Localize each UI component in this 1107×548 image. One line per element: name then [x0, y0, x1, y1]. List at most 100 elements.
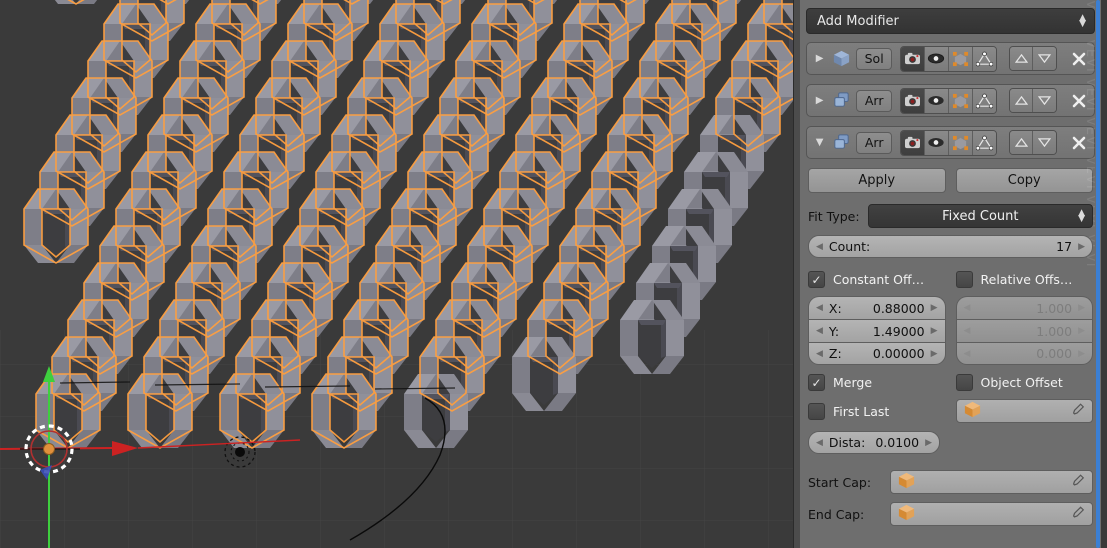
collapse-triangle-icon[interactable]: ▼ [812, 137, 827, 148]
start-cap-field[interactable] [890, 470, 1093, 494]
viewport-toggle-button[interactable] [924, 46, 949, 71]
copy-button[interactable]: Copy [955, 168, 1093, 193]
eyedropper-icon[interactable] [1071, 474, 1085, 491]
decrement-arrow-icon[interactable]: ◀ [816, 349, 823, 359]
delete-modifier-button[interactable] [1070, 48, 1089, 70]
constant-offset-x[interactable]: ◀ X: 0.88000 ▶ [808, 296, 946, 319]
relative-offset-label: Relative Offs… [980, 272, 1073, 287]
move-down-button[interactable] [1033, 47, 1056, 70]
axis-label-y: Y: [828, 323, 840, 339]
firstlast-objectfield-row: First Last [808, 399, 1093, 423]
cage-toggle-button[interactable] [972, 88, 997, 113]
increment-arrow-icon[interactable]: ▶ [1078, 242, 1085, 252]
decrement-arrow-icon[interactable]: ◀ [816, 326, 823, 336]
end-cap-field[interactable] [890, 502, 1093, 526]
decrement-arrow-icon[interactable]: ◀ [816, 242, 823, 252]
object-cube-icon [897, 503, 916, 525]
decrement-arrow-icon[interactable]: ◀ [964, 349, 971, 359]
modifier-name-field[interactable]: Sol [856, 47, 893, 70]
checkbox-checked-icon[interactable]: ✓ [808, 374, 825, 391]
move-up-button[interactable] [1010, 89, 1034, 112]
render-toggle-button[interactable] [901, 130, 925, 155]
panel-scrollbar-track[interactable] [1095, 0, 1101, 548]
fit-type-value: Fixed Count [942, 208, 1019, 224]
increment-arrow-icon[interactable]: ▶ [1078, 349, 1085, 359]
offset-object-field[interactable] [955, 399, 1093, 423]
checkbox-checked-icon[interactable]: ✓ [808, 271, 825, 288]
increment-arrow-icon[interactable]: ▶ [1078, 326, 1085, 336]
decrement-arrow-icon[interactable]: ◀ [816, 303, 823, 313]
count-slider[interactable]: ◀ Count: 17 ▶ [808, 235, 1093, 258]
area-divider[interactable] [793, 0, 800, 548]
add-modifier-label: Add Modifier [817, 13, 899, 29]
delete-modifier-button[interactable] [1070, 132, 1089, 154]
increment-arrow-icon[interactable]: ▶ [925, 438, 932, 448]
constant-offset-label: Constant Off… [833, 272, 925, 287]
blender-window: VEVI VEVI VEVI VEVI VEVI VEVI VEVI Add M… [0, 0, 1107, 548]
expand-triangle-icon[interactable]: ▶ [812, 95, 827, 106]
merge-checkbox[interactable]: ✓ Merge [808, 374, 946, 391]
array-icon [831, 90, 852, 112]
merge-distance-slider[interactable]: ◀ Dista: 0.0100 ▶ [808, 431, 940, 454]
constant-offset-vector: ◀ X: 0.88000 ▶ ◀ Y: 1.49000 ▶ ◀ Z: 0.000… [808, 296, 946, 365]
increment-arrow-icon[interactable]: ▶ [931, 303, 938, 313]
modifier-name-field[interactable]: Arr [856, 89, 893, 112]
checkbox-unchecked-icon[interactable] [955, 374, 973, 391]
cage-toggle-button[interactable] [972, 130, 997, 155]
editmode-toggle-button[interactable] [948, 46, 973, 71]
relative-offset-vector: ◀ 1.000 ▶ ◀ 1.000 ▶ ◀ 0.000 ▶ [955, 296, 1093, 365]
increment-arrow-icon[interactable]: ▶ [931, 326, 938, 336]
object-offset-checkbox[interactable]: Object Offset [955, 374, 1094, 391]
render-toggle-button[interactable] [901, 46, 925, 71]
constant-offset-z[interactable]: ◀ Z: 0.00000 ▶ [808, 342, 946, 365]
increment-arrow-icon[interactable]: ▶ [931, 349, 938, 359]
eyedropper-icon[interactable] [1071, 506, 1085, 523]
object-cube-icon [963, 400, 982, 422]
first-last-label: First Last [833, 403, 890, 419]
viewport-toggle-button[interactable] [924, 130, 949, 155]
increment-arrow-icon[interactable]: ▶ [1078, 303, 1085, 313]
move-up-button[interactable] [1010, 131, 1034, 154]
decrement-arrow-icon[interactable]: ◀ [964, 326, 971, 336]
relative-offset-checkbox[interactable]: Relative Offs… [955, 271, 1094, 288]
render-toggle-button[interactable] [901, 88, 925, 113]
checkbox-unchecked-icon[interactable] [808, 402, 825, 420]
decrement-arrow-icon[interactable]: ◀ [964, 303, 971, 313]
modifier-row-array-2[interactable]: ▼ Arr [806, 126, 1095, 159]
editmode-toggle-button[interactable] [948, 130, 973, 155]
fit-type-dropdown[interactable]: Fixed Count ▲ ▼ [867, 204, 1093, 228]
modifier-row-solidify[interactable]: ▶ Sol [806, 42, 1095, 75]
delete-modifier-button[interactable] [1070, 90, 1089, 112]
viewport-3d[interactable] [0, 0, 793, 548]
object-cube-icon [897, 471, 916, 493]
expand-triangle-icon[interactable]: ▶ [812, 53, 827, 64]
count-label: Count: [828, 239, 871, 254]
apply-button[interactable]: Apply [808, 168, 946, 193]
modifier-display-toggles [900, 45, 998, 72]
modifier-name-field[interactable]: Arr [856, 131, 893, 154]
decrement-arrow-icon[interactable]: ◀ [816, 438, 823, 448]
viewport-toggle-button[interactable] [924, 88, 949, 113]
move-down-button[interactable] [1033, 89, 1056, 112]
count-value: 17 [1056, 239, 1073, 254]
start-cap-label: Start Cap: [808, 474, 872, 490]
modifier-row-array-1[interactable]: ▶ Arr [806, 84, 1095, 117]
relative-offset-x[interactable]: ◀ 1.000 ▶ [955, 296, 1093, 319]
modifier-reorder-buttons [1009, 46, 1057, 71]
end-cap-label: End Cap: [808, 506, 865, 522]
constant-offset-y[interactable]: ◀ Y: 1.49000 ▶ [808, 319, 946, 342]
distance-label: Dista: [828, 435, 866, 450]
panel-scrollbar-thumb[interactable] [1096, 0, 1100, 548]
first-last-checkbox[interactable]: First Last [808, 402, 946, 420]
offset-vector-columns: ◀ X: 0.88000 ▶ ◀ Y: 1.49000 ▶ ◀ Z: 0.000… [808, 296, 1093, 365]
relative-offset-z[interactable]: ◀ 0.000 ▶ [955, 342, 1093, 365]
eyedropper-icon[interactable] [1071, 403, 1085, 420]
constant-offset-checkbox[interactable]: ✓ Constant Off… [808, 271, 946, 288]
editmode-toggle-button[interactable] [948, 88, 973, 113]
move-up-button[interactable] [1010, 47, 1034, 70]
cage-toggle-button[interactable] [972, 46, 997, 71]
add-modifier-dropdown[interactable]: Add Modifier ▲ ▼ [806, 8, 1095, 34]
relative-offset-y[interactable]: ◀ 1.000 ▶ [955, 319, 1093, 342]
move-down-button[interactable] [1033, 131, 1056, 154]
checkbox-unchecked-icon[interactable] [955, 271, 973, 288]
